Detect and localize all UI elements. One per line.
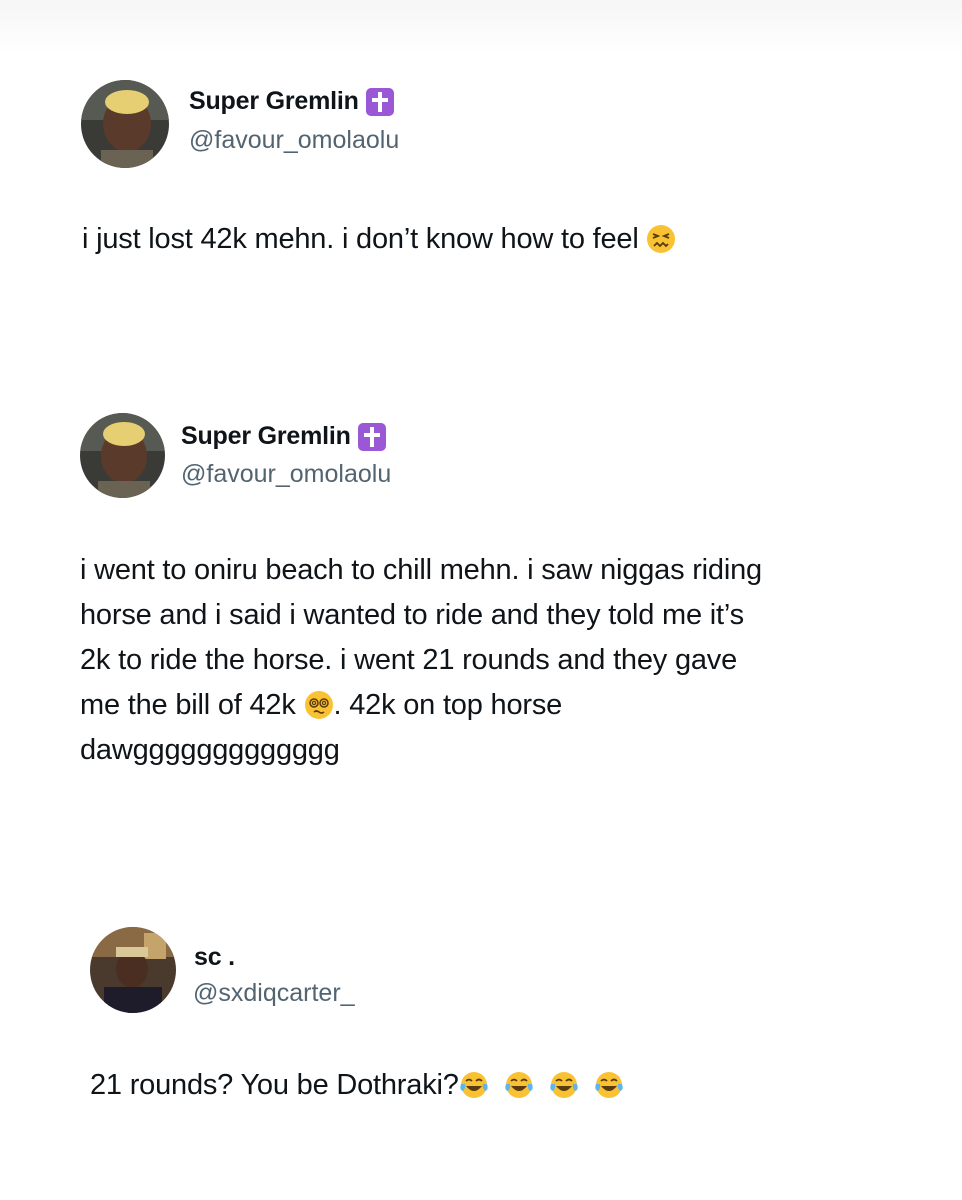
face-with-tears-of-joy-icon [504, 1070, 534, 1100]
tweet-text-line: i went to oniru beach to chill mehn. i s… [80, 554, 762, 586]
tweet-text-line: 2k to ride the horse. i went 21 rounds a… [80, 644, 738, 676]
tweet-text-content: i just lost 42k mehn. i don’t know how t… [82, 223, 639, 255]
display-name[interactable]: Super Gremlin [181, 422, 351, 451]
tweet-text-segment: me the bill of 42k [80, 689, 296, 721]
latin-cross-icon [365, 87, 394, 116]
avatar[interactable] [81, 80, 169, 168]
name-row: Super Gremlin [189, 87, 394, 116]
face-with-tears-of-joy-icon [459, 1070, 489, 1100]
confounded-face-icon [646, 224, 676, 254]
display-name[interactable]: sc . [194, 943, 235, 972]
face-with-tears-of-joy-icon [549, 1070, 579, 1100]
tweet-text: i went to oniru beach to chill mehn. i s… [80, 548, 762, 773]
tweet-3[interactable]: sc . @sxdiqcarter_ 21 rounds? You be Dot… [0, 900, 962, 1140]
tweet-text: 21 rounds? You be Dothraki? [90, 1063, 624, 1108]
avatar[interactable] [90, 927, 176, 1013]
tweet-text-line: me the bill of 42k . 42k on top horse [80, 683, 762, 728]
tweet-text: i just lost 42k mehn. i don’t know how t… [82, 217, 676, 262]
tweet-text-line: dawggggggggggggg [80, 734, 340, 766]
display-name[interactable]: Super Gremlin [189, 87, 359, 116]
tweet-1[interactable]: Super Gremlin @favour_omolaolu i just lo… [0, 0, 962, 300]
tweet-text-content: 21 rounds? You be Dothraki? [90, 1069, 459, 1101]
face-with-spiral-eyes-icon [304, 690, 334, 720]
handle[interactable]: @favour_omolaolu [189, 126, 399, 155]
handle[interactable]: @sxdiqcarter_ [193, 979, 355, 1008]
avatar[interactable] [80, 413, 165, 498]
name-row: sc . [194, 943, 235, 972]
latin-cross-icon [357, 422, 386, 451]
name-row: Super Gremlin [181, 422, 386, 451]
handle[interactable]: @favour_omolaolu [181, 460, 391, 489]
tweet-text-line: horse and i said i wanted to ride and th… [80, 599, 744, 631]
face-with-tears-of-joy-icon [594, 1070, 624, 1100]
tweet-2[interactable]: Super Gremlin @favour_omolaolu i went to… [0, 380, 962, 800]
tweet-text-segment: . 42k on top horse [333, 689, 563, 721]
